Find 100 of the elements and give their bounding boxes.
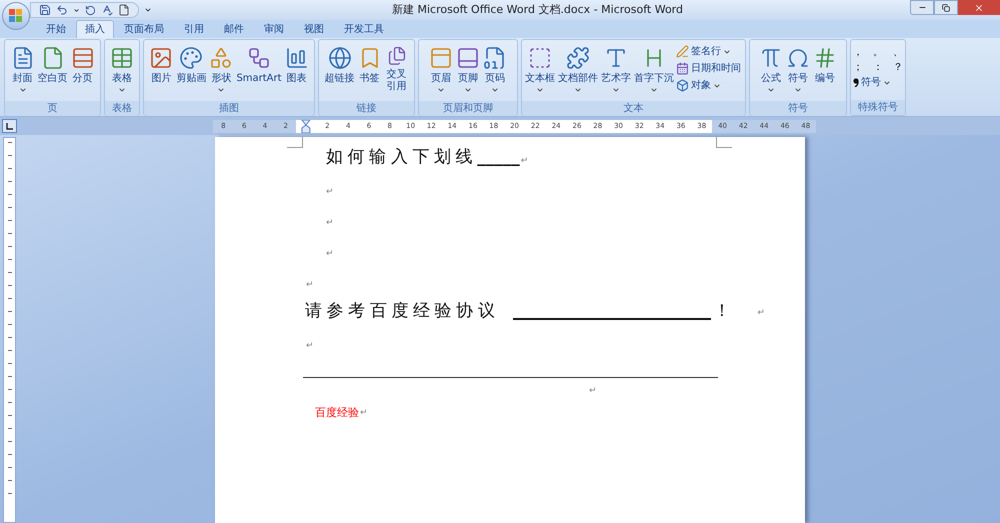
ribbon-button[interactable]: SmartArt <box>235 41 283 101</box>
ribbon-button[interactable]: 签名行 <box>676 43 731 60</box>
paragraph-mark: ↵ <box>360 406 368 420</box>
restore-icon <box>942 4 950 12</box>
page-break-icon <box>70 46 94 70</box>
ribbon-tab[interactable]: 开始 <box>36 20 76 38</box>
dropdown-caret-icon <box>713 82 721 90</box>
puzzle-icon <box>566 46 590 70</box>
ribbon-button[interactable]: 封面 <box>10 41 36 101</box>
symbol-button[interactable]: 、 <box>893 46 903 59</box>
dropdown-caret-icon <box>612 86 620 94</box>
ribbon-tab[interactable]: 页面布局 <box>114 20 174 38</box>
ribbon-button[interactable]: 首字下沉 <box>633 41 675 101</box>
note-text: 百度经验 <box>315 406 359 420</box>
ribbon-button[interactable]: 形状 <box>208 41 234 101</box>
group-label: 文本 <box>522 101 745 116</box>
ribbon-button[interactable]: 符号 <box>785 41 811 101</box>
dropdown-caret-icon <box>18 86 26 94</box>
ribbon-button[interactable]: 公式 <box>758 41 784 101</box>
undo-icon[interactable] <box>56 4 68 16</box>
dropdown-caret-icon <box>491 86 499 94</box>
table-icon <box>110 46 134 70</box>
symbol-button[interactable]: 。 <box>873 46 883 59</box>
ribbon-button[interactable]: 交叉引用 <box>384 41 410 101</box>
letter-icon <box>604 46 628 70</box>
page-number-icon <box>483 46 507 70</box>
paragraph-mark: ↵ <box>306 340 314 352</box>
redo-icon[interactable] <box>85 4 96 16</box>
symbol-button[interactable]: ； <box>853 61 863 74</box>
spelling-icon[interactable] <box>101 4 113 16</box>
group-label: 页眉和页脚 <box>419 101 517 116</box>
exclamation-text: ！ <box>713 300 730 322</box>
ribbon-button[interactable]: 编号 <box>812 41 838 101</box>
object-icon <box>676 79 689 92</box>
paragraph-mark: ↵ <box>326 248 334 260</box>
ribbon-button[interactable]: 页脚 <box>455 41 481 101</box>
margin-corner-mark <box>287 137 303 148</box>
symbol-button[interactable]: ， <box>853 46 863 59</box>
dropdown-caret-icon <box>883 78 891 86</box>
paragraph-mark: ↵ <box>757 308 765 318</box>
tab-selector-button[interactable] <box>2 119 17 133</box>
restore-button[interactable] <box>934 0 958 15</box>
paragraph-mark: ↵ <box>326 216 334 230</box>
symbol-button[interactable]: ？ <box>893 61 903 74</box>
ribbon-button[interactable]: 空白页 <box>36 41 68 101</box>
ribbon-tab[interactable]: 引用 <box>174 20 214 38</box>
group-label: 表格 <box>105 101 139 116</box>
pen-icon <box>676 45 689 58</box>
ribbon-tab[interactable]: 开发工具 <box>334 20 394 38</box>
omega-icon <box>786 46 810 70</box>
save-icon[interactable] <box>39 4 51 16</box>
ribbon-button[interactable]: 超链接 <box>324 41 356 101</box>
group-label: 特殊符号 <box>851 100 905 115</box>
diagram-icon <box>247 46 271 70</box>
paragraph-mark: ↵ <box>326 186 334 198</box>
dropdown-caret-icon <box>118 86 126 94</box>
shapes-icon <box>209 46 234 70</box>
dropdown-caret-icon <box>650 86 658 94</box>
ribbon-button[interactable]: 图表 <box>284 41 310 101</box>
text-box-icon <box>528 46 552 70</box>
footer-icon <box>456 46 480 70</box>
customize-toolbar-icon[interactable] <box>144 6 152 14</box>
ribbon-button[interactable]: 分页 <box>70 41 96 101</box>
ribbon-tab[interactable]: 邮件 <box>214 20 254 38</box>
comma-icon <box>853 78 859 87</box>
ribbon-button[interactable]: 文本框 <box>524 41 556 101</box>
header-icon <box>429 46 453 70</box>
heading-text: 如何输入下划线 <box>326 146 478 168</box>
ribbon-button[interactable]: 剪贴画 <box>175 41 208 101</box>
dropdown-caret-icon <box>536 86 544 94</box>
ribbon-button[interactable]: 书签 <box>356 41 382 101</box>
ribbon-button[interactable]: 表格 <box>109 41 135 101</box>
ribbon-button[interactable]: 艺术字 <box>600 41 632 101</box>
office-logo-icon <box>9 9 23 23</box>
group-label: 链接 <box>319 101 414 116</box>
new-document-icon[interactable] <box>118 4 130 16</box>
dropdown-caret-icon <box>723 48 731 56</box>
agreement-text: 请参考百度经验协议 <box>305 300 500 322</box>
dropdown-caret-icon <box>437 86 445 94</box>
ribbon-tab[interactable]: 视图 <box>294 20 334 38</box>
ribbon-button[interactable]: 对象 <box>676 77 721 94</box>
left-tab-icon <box>6 122 13 130</box>
ribbon-button[interactable]: 符号 <box>853 74 891 91</box>
ribbon-button[interactable]: 图片 <box>148 41 174 101</box>
globe-icon <box>328 46 352 70</box>
picture-icon <box>149 46 174 70</box>
ribbon-tab[interactable]: 审阅 <box>254 20 294 38</box>
dropdown-caret-icon[interactable] <box>73 6 80 14</box>
ribbon-tab[interactable]: 插入 <box>76 20 114 38</box>
ribbon-button[interactable]: 页码 <box>482 41 508 101</box>
symbol-button[interactable]: ： <box>873 61 883 74</box>
ribbon-button[interactable]: 页眉 <box>428 41 454 101</box>
window-title: 新建 Microsoft Office Word 文档.docx - Microsoft Word <box>392 2 683 18</box>
margin-corner-mark <box>716 137 732 148</box>
dropdown-caret-icon <box>217 86 226 94</box>
ribbon-button[interactable]: 日期和时间 <box>676 60 743 77</box>
dropdown-caret-icon <box>464 86 472 94</box>
group-label: 符号 <box>750 101 846 116</box>
ribbon-button[interactable]: 文档部件 <box>557 41 599 101</box>
chart-icon <box>284 46 309 70</box>
